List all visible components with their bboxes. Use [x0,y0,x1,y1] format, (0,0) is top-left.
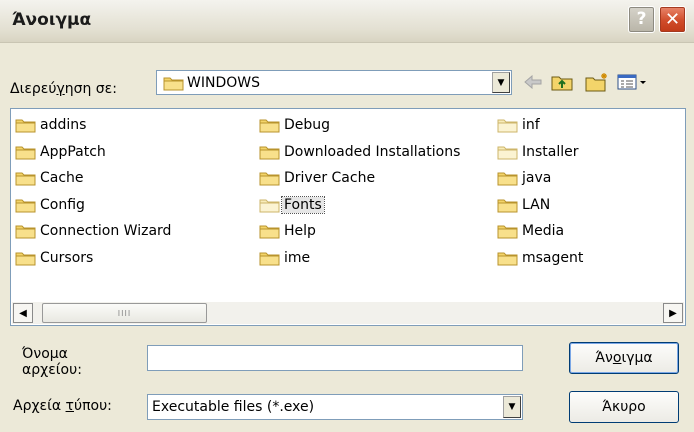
file-type-dropdown-arrow[interactable]: ▼ [503,396,521,418]
file-list-item[interactable]: Media [497,221,566,241]
file-list-item[interactable]: Debug [259,115,332,135]
cancel-button[interactable]: Άκυρο [569,391,679,423]
file-name: Cache [40,170,84,187]
scroll-right-button[interactable]: ▶ [663,303,683,323]
file-type-label: Αρχεία τύπου: [13,398,112,414]
folder-icon [497,252,518,266]
file-name: Installer [522,143,579,160]
folder-icon [15,252,36,266]
folder-icon [259,252,280,266]
file-name: msagent [522,250,584,266]
file-list-item[interactable]: Downloaded Installations [259,142,462,162]
horizontal-scrollbar[interactable]: ◀ IIII ▶ [12,302,684,324]
file-list-item[interactable]: Cursors [15,248,95,268]
file-name: java [522,170,552,187]
look-in-value: WINDOWS [187,75,260,91]
scroll-left-button[interactable]: ◀ [13,303,33,323]
folder-icon [497,199,518,213]
file-list-item[interactable]: AppPatch [15,142,108,162]
folder-icon [497,225,518,239]
look-in-dropdown-arrow[interactable]: ▼ [492,72,510,93]
title-bar: Άνοιγμα ? ✕ [0,0,694,43]
file-list-item[interactable]: Cache [15,168,86,188]
file-name: Connection Wizard [40,223,172,240]
file-list-item[interactable]: Fonts [259,195,325,215]
look-in-label: Διερεύγηση σε: [10,81,117,97]
file-name: LAN [522,196,551,213]
folder-icon [15,146,36,160]
look-in-combobox[interactable]: WINDOWS ▼ [156,70,512,95]
dialog-title: Άνοιγμα [12,10,92,30]
file-list-item[interactable]: Installer [497,142,581,162]
file-name: Fonts [281,195,325,214]
file-list-item[interactable]: ime [259,248,312,268]
folder-icon [15,225,36,239]
file-name: Media [522,223,565,240]
folder-icon [259,119,280,133]
folder-icon [259,199,280,213]
folder-icon [259,146,280,160]
file-list-item[interactable]: inf [497,115,542,135]
open-dialog: Άνοιγμα ? ✕ Διερεύγηση σε: WINDOWS ▼ add… [0,0,694,432]
back-icon[interactable] [522,70,544,94]
file-name: AppPatch [40,143,106,160]
scroll-thumb[interactable]: IIII [42,303,207,323]
file-name: addins [40,117,87,133]
folder-icon [163,77,184,91]
folder-icon [15,172,36,186]
file-name: Debug [284,117,331,133]
file-name: Driver Cache [284,170,376,187]
file-name: Config [40,196,85,213]
folder-icon [497,146,518,160]
file-name: inf [522,117,540,133]
help-button[interactable]: ? [628,6,655,33]
folder-icon [497,119,518,133]
new-folder-icon[interactable] [584,70,610,94]
folder-icon [497,172,518,186]
folder-icon [15,119,36,133]
file-list-item[interactable]: addins [15,115,88,135]
file-name: ime [284,250,311,266]
file-list-item[interactable]: java [497,168,553,188]
file-list-item[interactable]: Driver Cache [259,168,377,188]
views-menu-icon[interactable] [616,70,650,94]
file-name: Downloaded Installations [284,143,461,160]
file-list[interactable]: addins AppPatch Cache Config Connection Wiza… [10,108,686,326]
file-list-item[interactable]: Help [259,221,318,241]
file-type-value: Executable files (*.exe) [152,399,315,415]
file-list-item[interactable]: Connection Wizard [15,221,173,241]
file-name-input[interactable] [147,345,523,371]
file-name: Help [284,223,316,240]
file-name-label: Όνομα αρχείου: [22,346,82,378]
file-name: Cursors [40,250,94,266]
up-folder-icon[interactable] [550,70,574,94]
file-list-item[interactable]: msagent [497,248,585,268]
file-list-item[interactable]: LAN [497,195,552,215]
folder-icon [259,225,280,239]
folder-icon [15,199,36,213]
open-button[interactable]: Άν ο ιγμα [569,342,679,374]
folder-icon [259,172,280,186]
file-list-item[interactable]: Config [15,195,87,215]
close-button[interactable]: ✕ [659,6,686,33]
file-type-combobox[interactable]: Executable files (*.exe) ▼ [147,394,523,420]
